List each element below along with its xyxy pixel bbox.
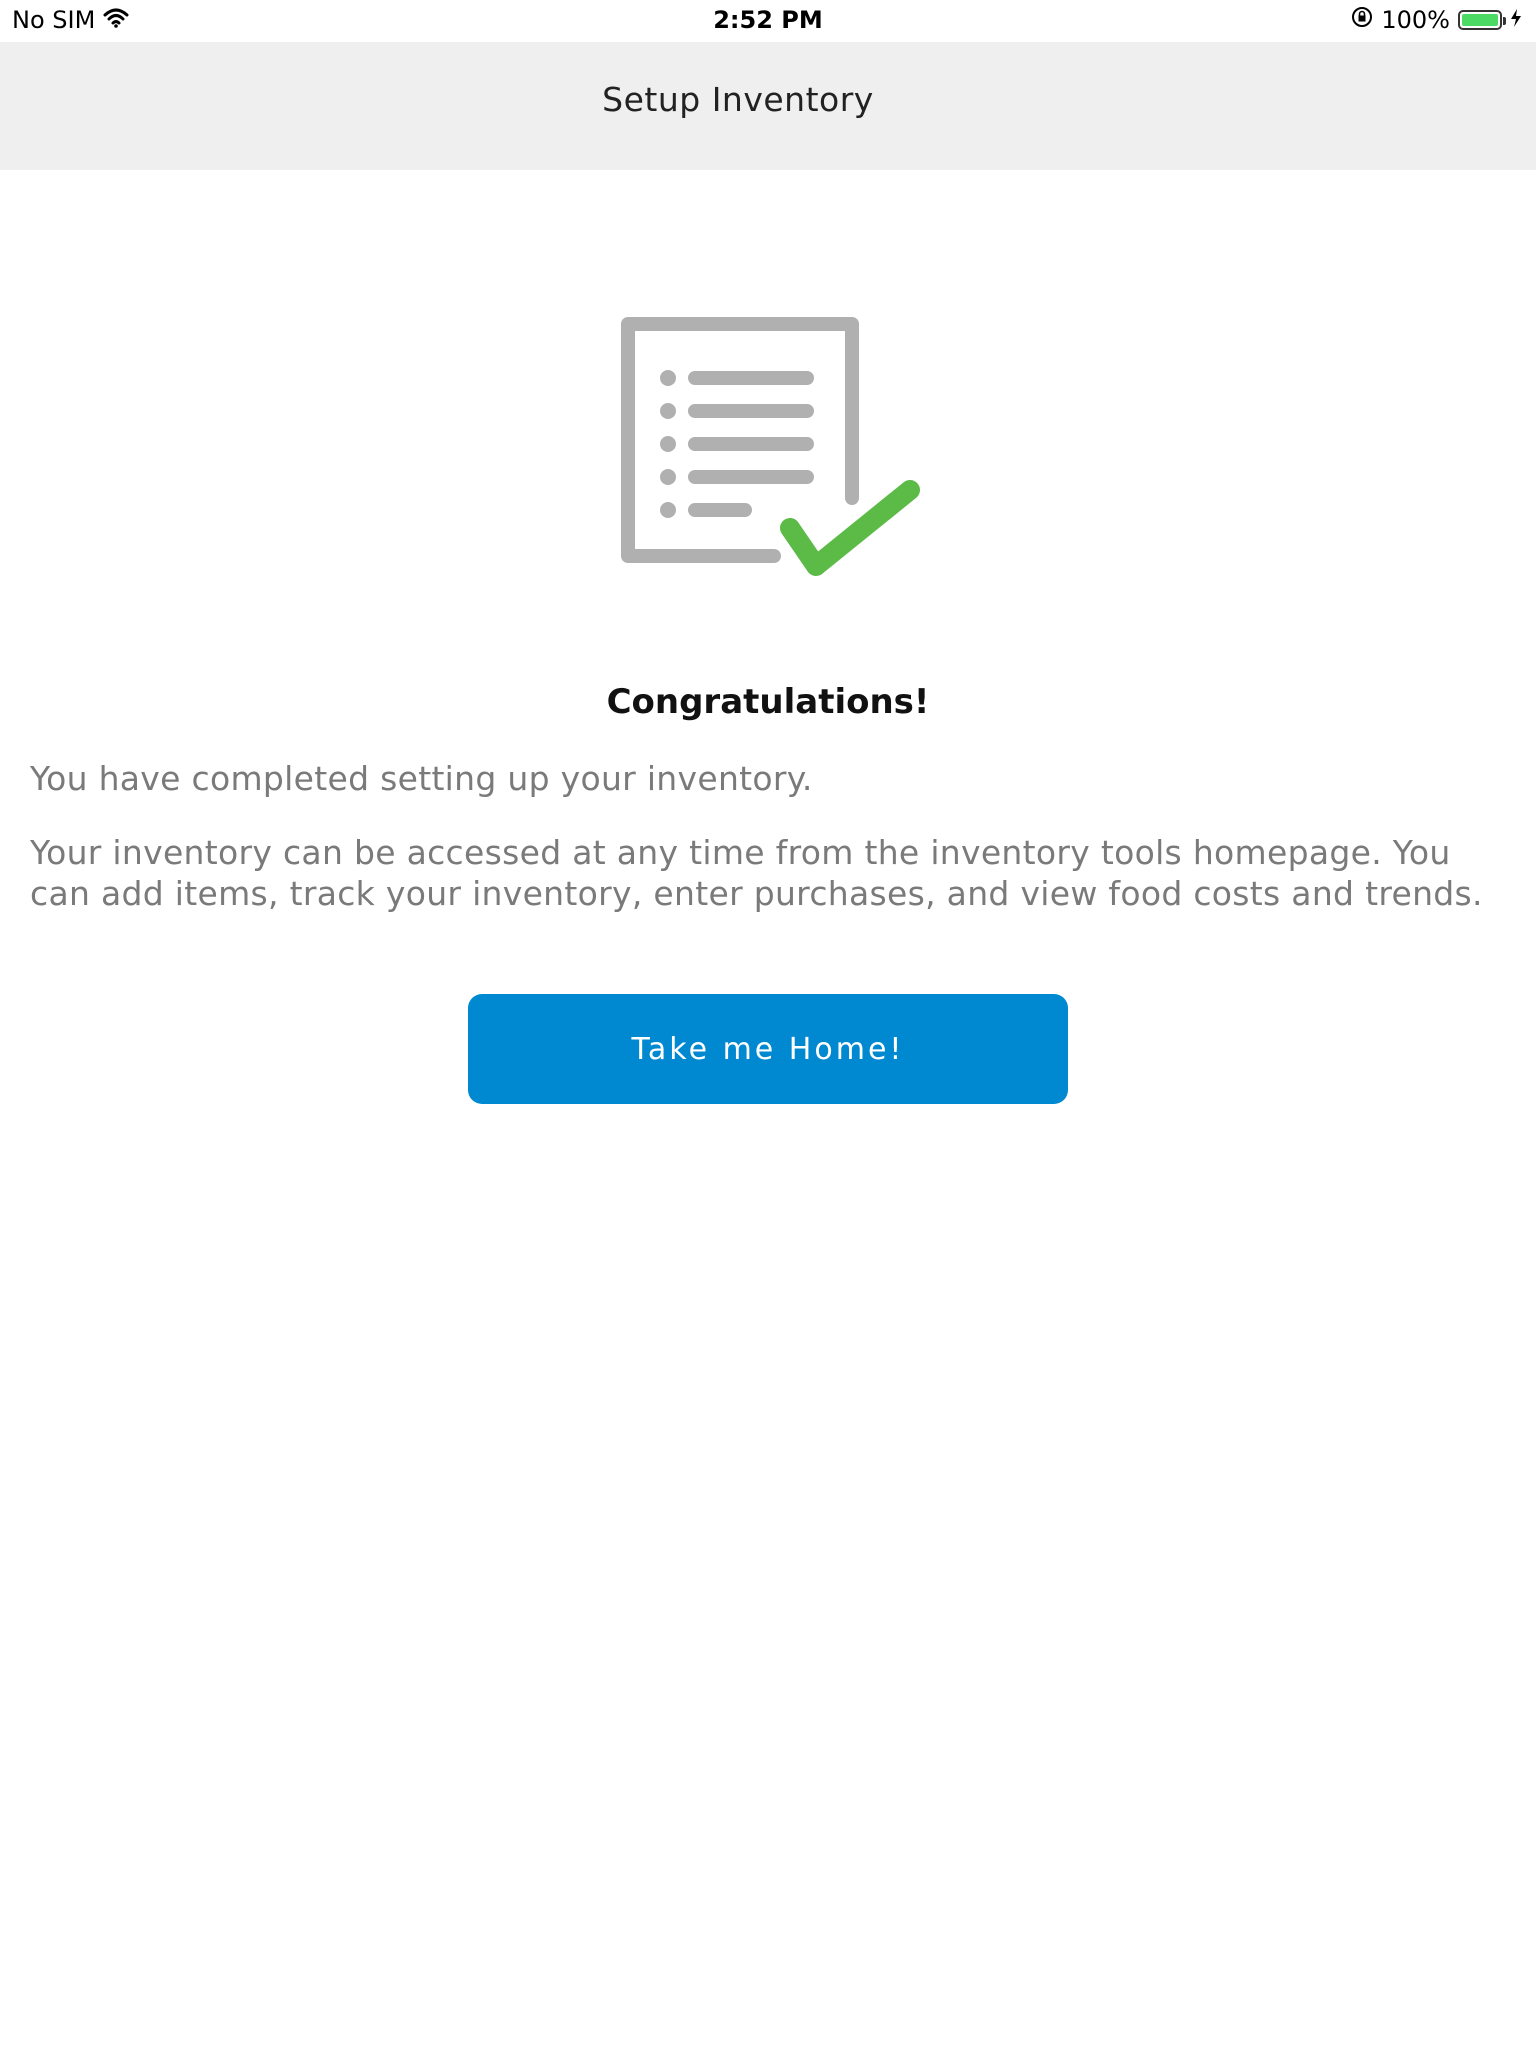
- battery-icon: [1458, 10, 1506, 30]
- charging-icon: [1510, 6, 1522, 34]
- status-time: 2:52 PM: [713, 6, 823, 34]
- inventory-access-message: Your inventory can be accessed at any ti…: [30, 833, 1483, 913]
- congratulations-heading: Congratulations!: [606, 682, 930, 722]
- inventory-checklist-icon: [610, 314, 930, 584]
- battery-percent: 100%: [1381, 6, 1450, 34]
- rotation-lock-icon: [1351, 6, 1373, 34]
- battery-level: [1462, 14, 1498, 26]
- completion-message: You have completed setting up your inven…: [30, 759, 813, 798]
- status-right: 100%: [1351, 6, 1522, 34]
- nav-bar: Setup Inventory: [0, 42, 1536, 170]
- take-me-home-button[interactable]: Take me Home!: [468, 994, 1068, 1104]
- page-title: Setup Inventory: [602, 80, 874, 119]
- status-bar: No SIM 2:52 PM 100%: [0, 0, 1536, 42]
